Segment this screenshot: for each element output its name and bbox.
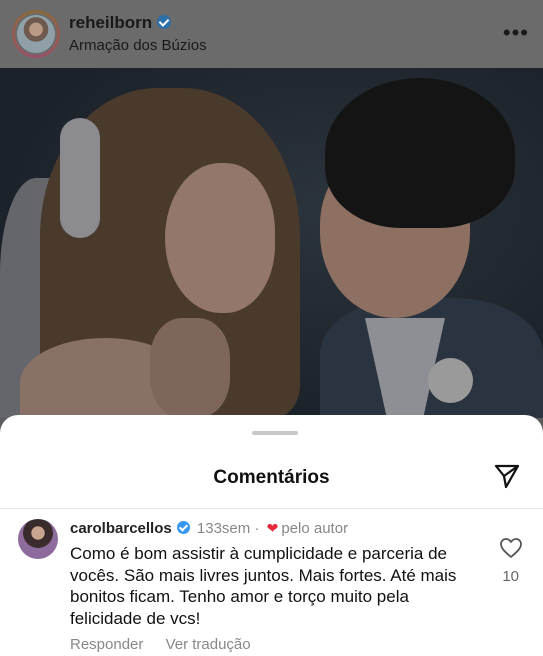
see-translation-button[interactable]: Ver tradução xyxy=(166,636,251,653)
divider xyxy=(0,508,543,509)
verified-icon xyxy=(157,15,172,29)
post-location[interactable]: Armação dos Búzios xyxy=(69,37,207,54)
sheet-title: Comentários xyxy=(213,467,330,488)
author-liked-heart-icon: ❤ xyxy=(266,520,279,536)
liked-by-author-label: pelo autor xyxy=(281,520,349,537)
post-username-text[interactable]: reheilborn xyxy=(69,13,152,32)
comment-text: Como é bom assistir à cumplicidade e par… xyxy=(70,544,457,628)
comment-actions: Responder Ver tradução xyxy=(70,636,269,653)
like-count: 10 xyxy=(502,568,519,585)
comment-meta: carolbarcellos 133sem · ❤ pelo autor xyxy=(70,520,348,537)
post-header: reheilborn Armação dos Búzios ••• xyxy=(0,0,543,68)
verified-icon xyxy=(176,521,190,534)
separator-dot: · xyxy=(254,520,260,537)
comment-time: 133sem xyxy=(196,520,251,537)
heart-outline-icon[interactable] xyxy=(499,537,523,559)
comments-sheet: Comentários carolbarcellos 133sem · ❤ pel… xyxy=(0,415,543,656)
more-options-icon[interactable]: ••• xyxy=(503,22,529,44)
sheet-drag-handle[interactable] xyxy=(252,431,298,435)
post-username[interactable]: reheilborn xyxy=(69,13,172,33)
post-photo[interactable] xyxy=(0,68,543,418)
commenter-username[interactable]: carolbarcellos xyxy=(70,520,172,537)
commenter-avatar[interactable] xyxy=(18,519,58,559)
paper-plane-icon[interactable] xyxy=(493,462,521,490)
reply-button[interactable]: Responder xyxy=(70,636,143,653)
post-author-avatar[interactable] xyxy=(12,10,60,58)
